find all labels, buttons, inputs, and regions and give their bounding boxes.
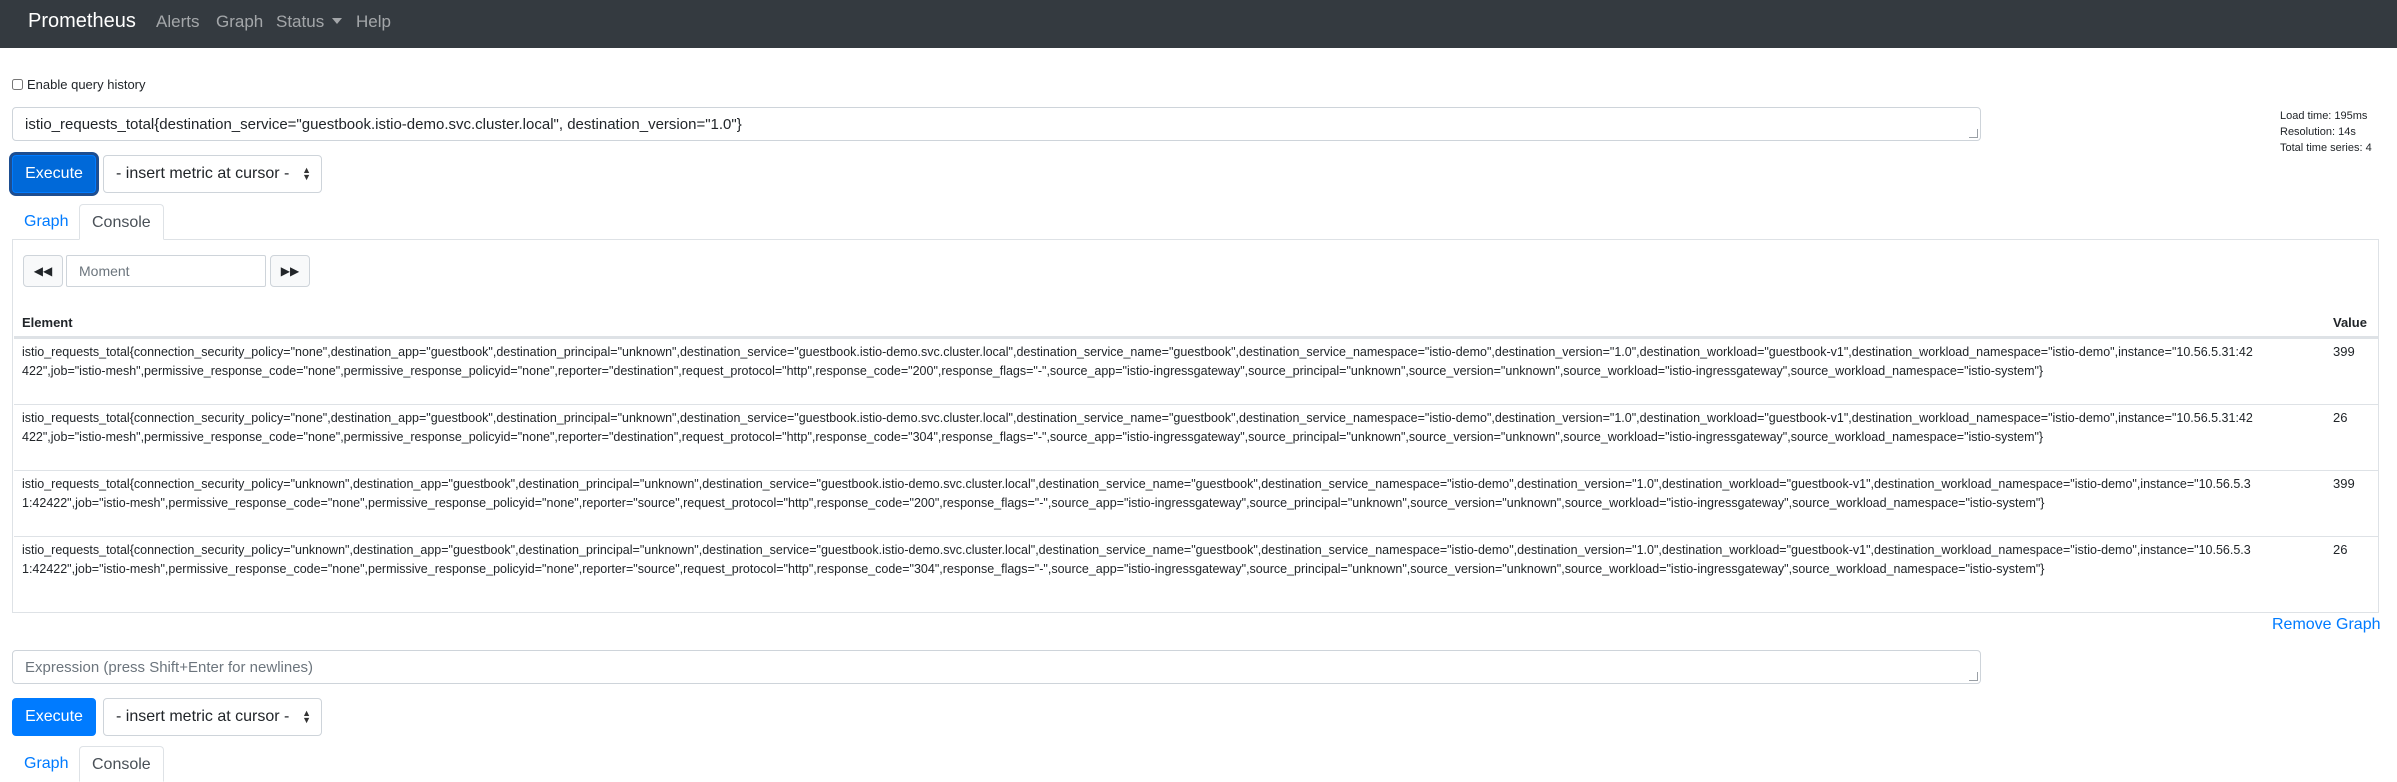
execute-button-2[interactable]: Execute: [12, 698, 96, 736]
moment-input[interactable]: Moment: [66, 255, 266, 287]
value-cell: 26: [2333, 410, 2348, 425]
load-time: Load time: 195ms: [2280, 110, 2368, 122]
nav-status-dropdown[interactable]: Status: [276, 12, 343, 32]
insert-metric-select-2[interactable]: - insert metric at cursor - ▲ ▼: [103, 698, 322, 736]
caret-down-icon: [332, 18, 343, 24]
total-time-series: Total time series: 4: [2280, 142, 2372, 154]
element-cell: istio_requests_total{connection_security…: [22, 411, 2253, 444]
execute-button[interactable]: Execute: [12, 155, 96, 193]
remove-graph-link[interactable]: Remove Graph: [2272, 616, 2381, 634]
time-forward-button[interactable]: ▶▶: [270, 255, 310, 287]
table-row: istio_requests_total{connection_security…: [14, 404, 2378, 471]
backward-icon: ◀◀: [33, 264, 53, 278]
query-history-checkbox[interactable]: [12, 79, 23, 90]
column-header-value: Value: [2333, 315, 2367, 330]
query-history-toggle[interactable]: Enable query history: [12, 77, 146, 92]
table-row: istio_requests_total{connection_security…: [14, 536, 2378, 603]
element-cell: istio_requests_total{connection_security…: [22, 543, 2251, 576]
navbar: Prometheus Alerts Graph Status Help: [0, 0, 2397, 48]
value-cell: 399: [2333, 476, 2355, 491]
nav-graph[interactable]: Graph: [216, 12, 263, 32]
nav-status-label: Status: [276, 12, 325, 31]
tab-graph[interactable]: Graph: [12, 204, 80, 240]
resolution: Resolution: 14s: [2280, 126, 2356, 138]
query-stats: Load time: 195ms Resolution: 14s Total t…: [2280, 108, 2372, 156]
element-cell: istio_requests_total{connection_security…: [22, 345, 2253, 378]
resize-handle-icon[interactable]: [1969, 129, 1978, 138]
value-cell: 26: [2333, 542, 2348, 557]
value-cell: 399: [2333, 344, 2355, 359]
nav-alerts[interactable]: Alerts: [156, 12, 199, 32]
table-row: istio_requests_total{connection_security…: [14, 338, 2378, 405]
expression-text: istio_requests_total{destination_service…: [25, 116, 742, 133]
element-cell: istio_requests_total{connection_security…: [22, 477, 2251, 510]
tab-console-2[interactable]: Console: [79, 746, 164, 782]
table-row: istio_requests_total{connection_security…: [14, 470, 2378, 537]
nav-help[interactable]: Help: [356, 12, 391, 32]
expression-input-2[interactable]: Expression (press Shift+Enter for newlin…: [12, 650, 1981, 684]
select-arrows-icon: ▲ ▼: [302, 708, 311, 725]
expression-input[interactable]: istio_requests_total{destination_service…: [12, 107, 1981, 141]
insert-metric-value: - insert metric at cursor -: [116, 165, 290, 182]
column-header-element: Element: [22, 315, 73, 330]
select-arrows-icon: ▲ ▼: [302, 165, 311, 182]
brand-logo[interactable]: Prometheus: [28, 10, 136, 33]
insert-metric-value: - insert metric at cursor -: [116, 708, 290, 725]
time-back-button[interactable]: ◀◀: [23, 255, 63, 287]
resize-handle-icon[interactable]: [1969, 672, 1978, 681]
tab-console[interactable]: Console: [79, 204, 164, 240]
forward-icon: ▶▶: [280, 264, 300, 278]
tab-graph-2[interactable]: Graph: [12, 746, 80, 782]
query-history-label: Enable query history: [27, 77, 146, 92]
insert-metric-select[interactable]: - insert metric at cursor - ▲ ▼: [103, 155, 322, 193]
expression-placeholder: Expression (press Shift+Enter for newlin…: [25, 659, 314, 676]
